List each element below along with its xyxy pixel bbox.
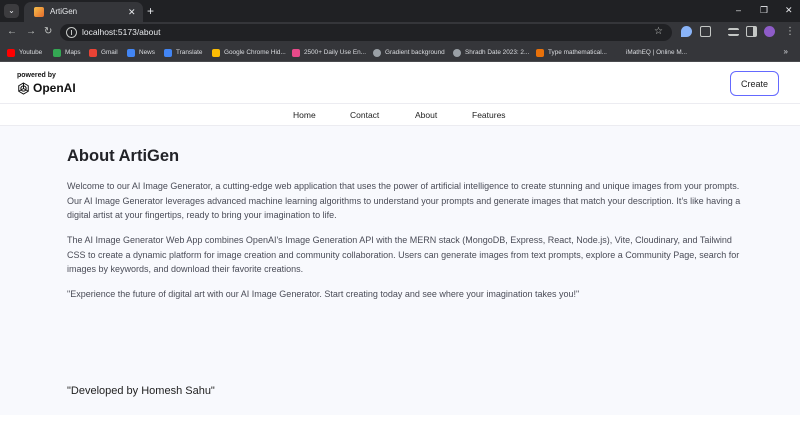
profile-avatar[interactable] [764, 26, 775, 37]
side-panel-icon[interactable] [746, 26, 757, 37]
bookmark-star-icon[interactable]: ☆ [654, 25, 663, 39]
bookmark-site-icon [536, 48, 544, 57]
maps-icon [53, 48, 61, 57]
tab-title: ArtiGen [50, 7, 78, 16]
nav-link-about[interactable]: About [415, 108, 437, 122]
bookmark-site-icon [292, 48, 300, 57]
bookmarks-bar: Youtube Maps Gmail News Translate Google… [0, 43, 800, 62]
tab-list-icon[interactable]: ⌄ [4, 4, 19, 18]
restore-window-icon[interactable]: ❐ [760, 3, 768, 17]
bookmark-label: Google Chrome Hid... [224, 49, 286, 56]
browser-tab-artigen[interactable]: ArtiGen ✕ [24, 2, 143, 22]
bookmark-label: Maps [65, 49, 81, 56]
about-section: About ArtiGen Welcome to our AI Image Ge… [0, 126, 800, 415]
bookmark-item[interactable]: Maps [53, 47, 81, 58]
about-paragraph-intro: Welcome to our AI Image Generator, a cut… [67, 181, 741, 220]
bookmark-label: iMathEQ | Online M... [626, 49, 687, 56]
extension-icon[interactable] [681, 26, 692, 37]
page-title: About ArtiGen [67, 147, 180, 165]
url-text: localhost:5173/about [82, 27, 161, 37]
gmail-icon [89, 48, 97, 57]
site-info-icon[interactable] [66, 27, 77, 38]
bookmark-item[interactable]: Translate [164, 47, 202, 58]
bookmark-item[interactable]: Youtube [7, 47, 42, 58]
about-paragraph-tech: The AI Image Generator Web App combines … [67, 235, 740, 274]
powered-by-label: powered by [17, 72, 56, 79]
new-tab-button[interactable]: + [147, 3, 154, 19]
globe-icon [373, 48, 381, 57]
news-icon [127, 48, 135, 57]
bookmark-item[interactable]: iMathEQ | Online M... [614, 47, 687, 58]
about-paragraph-quote: "Experience the future of digital art wi… [67, 289, 580, 299]
nav-link-home[interactable]: Home [293, 108, 316, 122]
nav-link-contact[interactable]: Contact [350, 108, 379, 122]
bookmark-item[interactable]: Gradient background [373, 47, 445, 58]
app-header: powered by OpenAI Create [0, 62, 800, 104]
web-page: powered by OpenAI Create Home Contact Ab… [0, 62, 800, 429]
bookmark-label: Type mathematical... [548, 49, 607, 56]
close-window-icon[interactable]: ✕ [785, 3, 793, 17]
bookmark-label: News [139, 49, 155, 56]
youtube-icon [7, 48, 15, 57]
bookmark-label: Youtube [19, 49, 43, 56]
media-control-icon[interactable] [728, 28, 739, 36]
bookmark-label: Translate [176, 49, 203, 56]
bookmark-label: Gradient background [385, 49, 445, 56]
globe-icon [453, 48, 461, 57]
bookmark-label: Shradh Date 2023: 2... [465, 49, 530, 56]
bookmark-item[interactable]: Google Chrome Hid... [212, 47, 286, 58]
artigen-favicon-icon [34, 7, 44, 17]
translate-icon [164, 48, 172, 57]
bookmark-item[interactable]: Shradh Date 2023: 2... [453, 47, 529, 58]
extensions-puzzle-icon[interactable] [700, 26, 711, 37]
browser-menu-icon[interactable]: ⋮ [785, 25, 795, 39]
openai-wordmark: OpenAI [33, 81, 76, 95]
forward-icon[interactable]: → [26, 25, 36, 39]
bookmark-item[interactable]: Gmail [89, 47, 118, 58]
nav-link-features[interactable]: Features [472, 108, 506, 122]
reload-icon[interactable]: ↻ [44, 25, 52, 39]
main-nav: Home Contact About Features [0, 104, 800, 126]
bookmark-site-icon [614, 48, 622, 57]
create-button[interactable]: Create [730, 71, 779, 96]
openai-logo-icon [18, 82, 29, 95]
bookmark-item[interactable]: News [127, 47, 155, 58]
bookmark-label: Gmail [101, 49, 118, 56]
bookmark-item[interactable]: Type mathematical... [536, 47, 607, 58]
back-icon[interactable]: ← [7, 25, 17, 39]
bookmark-item[interactable]: 2500+ Daily Use En... [292, 47, 366, 58]
bookmark-label: 2500+ Daily Use En... [304, 49, 366, 56]
browser-tab-strip: ⌄ ArtiGen ✕ + – ❐ ✕ [0, 0, 800, 22]
browser-toolbar: ← → ↻ localhost:5173/about ☆ ⋮ [0, 22, 800, 43]
address-bar[interactable]: localhost:5173/about ☆ [60, 24, 672, 41]
bulb-icon [212, 48, 220, 57]
minimize-window-icon[interactable]: – [736, 3, 741, 17]
tab-close-icon[interactable]: ✕ [128, 6, 136, 18]
developer-credit: "Developed by Homesh Sahu" [67, 385, 215, 397]
more-bookmarks-icon[interactable]: » [784, 46, 788, 58]
